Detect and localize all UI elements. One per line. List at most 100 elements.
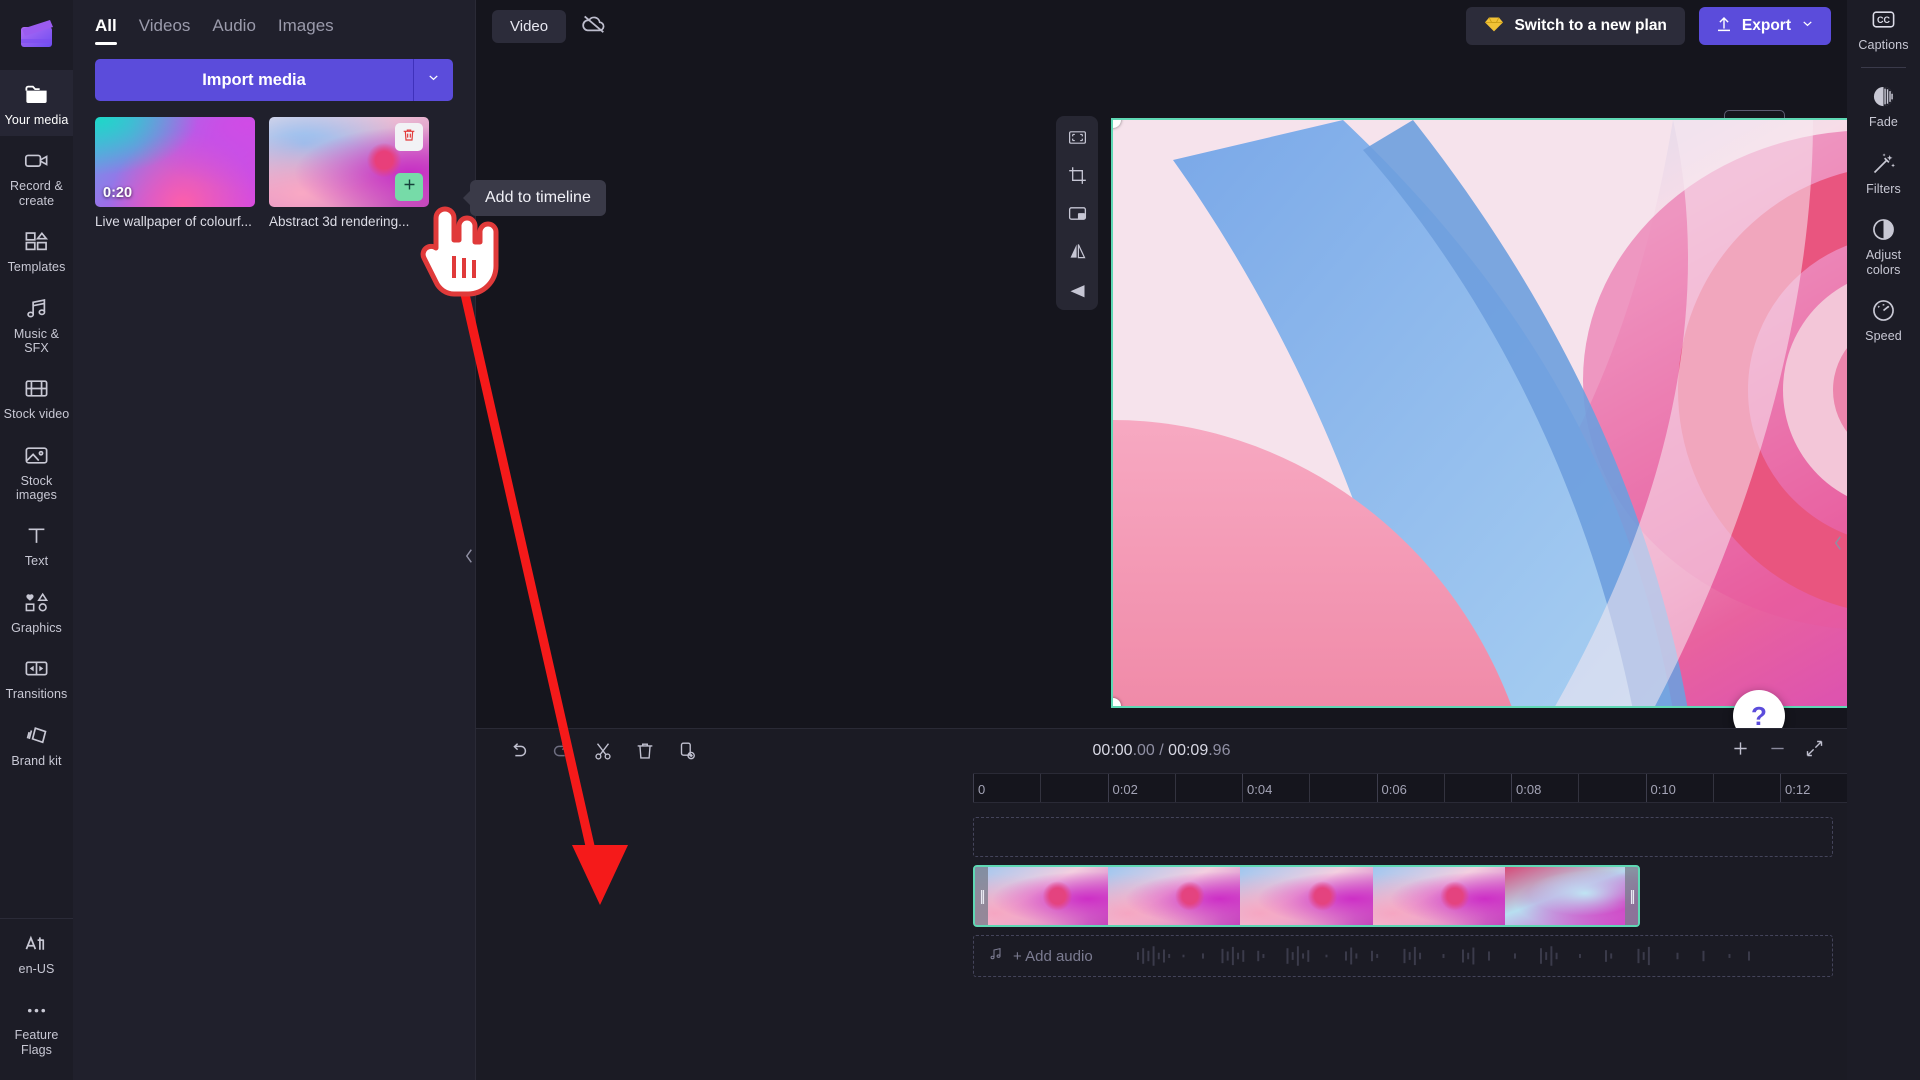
audio-track[interactable]: + Add audio: [973, 935, 1833, 977]
templates-icon: [23, 228, 50, 255]
ruler-tick-minor: [1712, 774, 1714, 802]
fit-icon[interactable]: [1064, 124, 1090, 150]
sidebar-item-label: Feature Flags: [14, 1028, 59, 1057]
music-note-icon: [988, 946, 1004, 966]
flip-horizontal-icon[interactable]: [1064, 238, 1090, 264]
ruler-tick-minor: [1040, 774, 1042, 802]
cloud-off-icon[interactable]: [580, 10, 608, 43]
sidebar-item-label: Stock images: [16, 473, 57, 502]
collapse-right-panel-button[interactable]: [1831, 522, 1845, 568]
timeline-clip-video[interactable]: || ||: [973, 865, 1640, 927]
sidebar-item-speed[interactable]: Speed: [1847, 286, 1920, 352]
switch-plan-label: Switch to a new plan: [1514, 17, 1667, 34]
media-item-0[interactable]: 0:20 Live wallpaper of colourf...: [95, 117, 255, 229]
sidebar-item-captions[interactable]: CC Captions: [1847, 0, 1920, 61]
clip-trim-handle-right[interactable]: ||: [1625, 867, 1638, 925]
picture-in-picture-icon[interactable]: [1064, 200, 1090, 226]
collapse-media-panel-button[interactable]: [462, 535, 476, 581]
chevron-down-icon: [426, 70, 441, 90]
scissors-icon[interactable]: [582, 734, 624, 768]
plus-icon[interactable]: [1730, 738, 1751, 764]
clipchamp-logo[interactable]: [0, 0, 73, 70]
sidebar-item-adjust-colors[interactable]: Adjust colors: [1847, 205, 1920, 286]
sidebar-item-language[interactable]: en-US: [0, 919, 73, 985]
ellipsis-icon: [23, 996, 50, 1023]
import-media-dropdown[interactable]: [413, 59, 453, 101]
timeline: 00:00.00 / 00:09.96 0 0:02 0:04 0:06 0:0…: [476, 728, 1920, 1080]
sidebar-item-label: Music & SFX: [13, 326, 60, 355]
minus-icon[interactable]: [1767, 738, 1788, 764]
add-to-timeline-button[interactable]: [395, 173, 423, 201]
video-preview[interactable]: [1111, 118, 1920, 708]
ruler-tick-label: 0:08: [1516, 782, 1542, 797]
sidebar-item-label: Speed: [1865, 328, 1902, 343]
media-item-name: Abstract 3d rendering...: [269, 214, 410, 229]
flip-vertical-icon[interactable]: [1064, 276, 1090, 302]
sidebar-item-label: Templates: [7, 260, 66, 275]
ruler-ticks: 00:020:040:060:080:100:120:140:160:18: [973, 774, 1920, 802]
ruler-tick-label: 0:04: [1247, 782, 1273, 797]
tab-images[interactable]: Images: [278, 16, 334, 45]
svg-text:CC: CC: [1877, 15, 1890, 25]
duplicate-icon[interactable]: [666, 734, 708, 768]
media-item-1[interactable]: Abstract 3d rendering...: [269, 117, 429, 229]
clip-thumbnails: [975, 867, 1638, 925]
sidebar-item-brand-kit[interactable]: Brand kit: [0, 711, 73, 777]
fade-icon: [1870, 83, 1897, 110]
delete-media-button[interactable]: [395, 123, 423, 151]
sidebar-item-label: Graphics: [11, 620, 62, 635]
tab-videos[interactable]: Videos: [139, 16, 191, 45]
sidebar-item-your-media[interactable]: Your media: [0, 70, 73, 137]
sidebar-item-music-sfx[interactable]: Music & SFX: [0, 284, 73, 365]
media-thumbnail[interactable]: [269, 117, 429, 207]
sidebar-item-label: Text: [24, 554, 49, 569]
sidebar-item-stock-video[interactable]: Stock video: [0, 364, 73, 430]
tab-audio[interactable]: Audio: [212, 16, 255, 45]
tab-all[interactable]: All: [95, 16, 117, 45]
sidebar-item-graphics[interactable]: Graphics: [0, 578, 73, 644]
sidebar-item-fade[interactable]: Fade: [1847, 72, 1920, 138]
text-track[interactable]: [973, 817, 1833, 857]
sidebar-item-transitions[interactable]: Transitions: [0, 644, 73, 710]
media-item-name: Live wallpaper of colourf...: [95, 214, 252, 229]
sidebar-item-record-create[interactable]: Record & create: [0, 136, 73, 217]
ruler-tick-minor: [1443, 774, 1445, 802]
right-sidebar: CC Captions Fade Filters Adjust colors S…: [1847, 0, 1920, 1080]
sidebar-item-text[interactable]: Text: [0, 511, 73, 577]
clip-trim-handle-left[interactable]: ||: [975, 867, 988, 925]
chevron-left-icon: [464, 547, 475, 570]
timeline-ruler[interactable]: 00:020:040:060:080:100:120:140:160:18: [973, 773, 1920, 803]
diamond-icon: [1484, 15, 1504, 38]
sidebar-item-feature-flags[interactable]: Feature Flags: [0, 985, 73, 1066]
clip-frame: [1372, 867, 1506, 925]
fit-arrows-icon[interactable]: [1804, 738, 1825, 764]
redo-icon[interactable]: [540, 734, 582, 768]
crop-icon[interactable]: [1064, 162, 1090, 188]
trash-icon: [401, 127, 417, 148]
switch-plan-button[interactable]: Switch to a new plan: [1466, 7, 1685, 45]
add-audio-hint[interactable]: + Add audio: [974, 946, 1093, 966]
media-panel: All Videos Audio Images Import media 0:2…: [73, 0, 476, 1080]
timeline-toolbar: 00:00.00 / 00:09.96: [476, 729, 1847, 773]
sidebar-item-templates[interactable]: Templates: [0, 217, 73, 283]
current-time-frac: .00: [1132, 742, 1155, 759]
brand-kit-icon: [23, 722, 50, 749]
video-tab-chip[interactable]: Video: [492, 9, 567, 43]
total-time-frac: .96: [1208, 742, 1231, 759]
import-media-button[interactable]: Import media: [95, 59, 413, 101]
ruler-tick-minor: [1309, 774, 1311, 802]
undo-icon[interactable]: [498, 734, 540, 768]
current-time: 00:00: [1092, 742, 1133, 759]
sidebar-item-filters[interactable]: Filters: [1847, 139, 1920, 205]
sidebar-item-label: Record & create: [10, 179, 63, 208]
add-audio-label: + Add audio: [1013, 947, 1093, 965]
media-thumbnail[interactable]: 0:20: [95, 117, 255, 207]
duration-badge: 0:20: [103, 185, 133, 201]
timeline-tracks: + Add audio || ||: [476, 803, 1847, 1080]
export-button[interactable]: Export: [1698, 7, 1831, 45]
cc-icon: CC: [1870, 6, 1897, 33]
sidebar-item-stock-images[interactable]: Stock images: [0, 431, 73, 512]
camera-icon: [23, 147, 50, 174]
trash-icon[interactable]: [624, 734, 666, 768]
sidebar-item-label: Captions: [1858, 38, 1909, 52]
